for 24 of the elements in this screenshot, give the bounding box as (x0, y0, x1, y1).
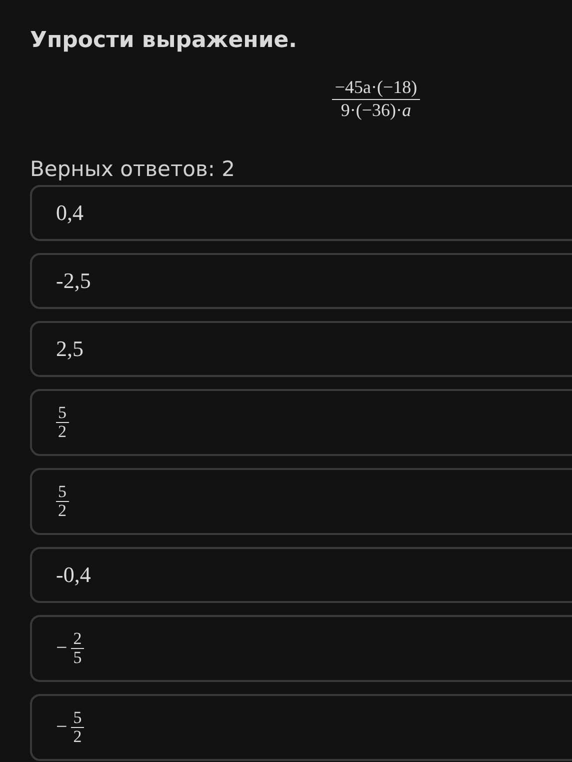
minus-sign: − (56, 637, 68, 660)
numerator: 5 (56, 483, 68, 502)
question-title: Упрости выражение. (30, 28, 298, 53)
numerator: 5 (56, 404, 68, 424)
numerator: −45a·(−18) (332, 77, 420, 100)
answers-count-label: Верных ответов: 2 (30, 157, 236, 182)
answer-text: -2,5 (56, 268, 91, 294)
denominator: 9·(−36)·a (340, 100, 412, 122)
answer-option[interactable]: -0,4 (30, 547, 572, 604)
numerator: 2 (71, 630, 84, 650)
answer-option[interactable]: 5 2 (30, 389, 572, 456)
answer-option[interactable]: 2,5 (30, 321, 572, 378)
denominator: 2 (58, 502, 66, 520)
minus-sign: − (56, 716, 68, 740)
answer-option[interactable]: 5 2 (30, 468, 572, 536)
answer-text: -0,4 (56, 562, 91, 588)
answer-option[interactable]: 0,4 (30, 185, 572, 242)
answer-text: 0,4 (56, 200, 84, 226)
denominator: 2 (58, 423, 66, 442)
numerator: 5 (71, 709, 84, 728)
denominator: 2 (73, 728, 82, 746)
answer-text: 2,5 (56, 336, 84, 362)
answer-option[interactable]: -2,5 (30, 253, 572, 310)
denominator: 5 (73, 649, 82, 668)
